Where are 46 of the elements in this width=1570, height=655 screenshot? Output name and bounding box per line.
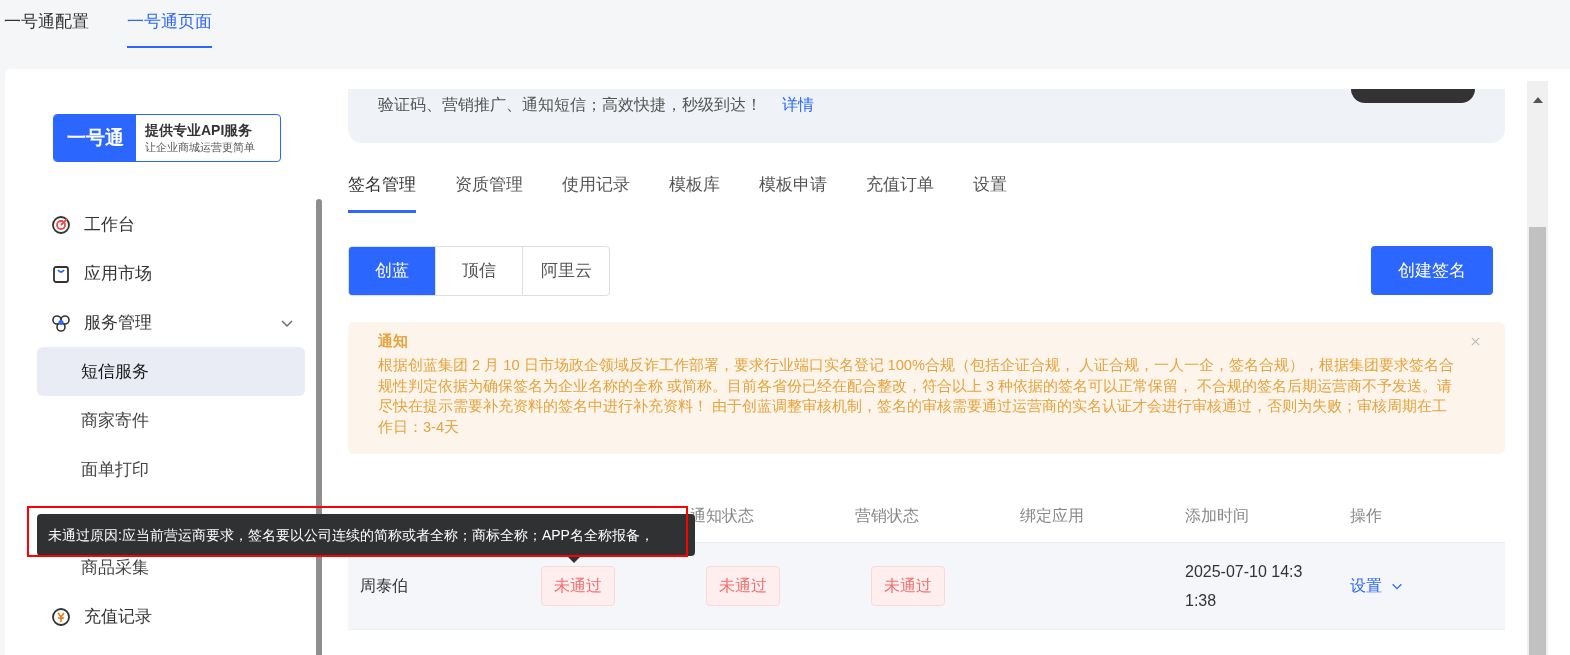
- provider-option[interactable]: 顶信: [435, 247, 522, 295]
- tooltip-arrow: [567, 556, 581, 563]
- tab[interactable]: 使用记录: [562, 173, 630, 213]
- tab[interactable]: 设置: [973, 173, 1007, 213]
- table-cell-text: 2025-07-10 14:31:38: [1185, 562, 1304, 611]
- buy-button[interactable]: [1351, 89, 1475, 103]
- sidebar-item[interactable]: 充值记录: [5, 592, 305, 641]
- cubes-icon: [51, 312, 71, 333]
- settings-dropdown[interactable]: 设置: [1350, 575, 1404, 597]
- logo-title: 提供专业API服务: [145, 121, 254, 140]
- tab[interactable]: 签名管理: [348, 173, 416, 213]
- sidebar-subitem[interactable]: 面单打印: [37, 445, 305, 494]
- sidebar-item[interactable]: 服务管理: [5, 298, 305, 347]
- details-link[interactable]: 详情: [782, 96, 814, 113]
- notice-text: 根据创蓝集团 2 月 10 日市场政企领域反诈工作部署，要求行业端口实名登记 100%合规（包括企证合规， 人证合规，一人一企，签名合规），根据集团要求签名合规性判定依据为确保签名为企业名称的全称 或简称。目前各省份已经在配合整改，符合以上 3 种依据的签名可以正常保留， 不合规的签名后期运营商不予发送。请尽快在提示需要补充资料的签名中进行补充资料！ 由于创蓝调整审核机制，签名的审核需要通过运营商的实名认证才会进行审核通过，否则为失败；审核周期在工作日：3-4天: [378, 356, 1455, 437]
- provider-option[interactable]: 创蓝: [349, 247, 435, 295]
- column-header: 营销状态: [855, 506, 919, 524]
- status-tag: 未通过: [541, 566, 615, 606]
- banner-text: 验证码、营销推广、通知短信；高效快捷，秒级到达！: [378, 96, 762, 113]
- table-cell: 周泰伯: [360, 576, 408, 594]
- column-header: 添加时间: [1185, 506, 1249, 524]
- status-tag: 未通过: [871, 566, 945, 606]
- target-icon: [51, 214, 71, 235]
- provider-option[interactable]: 阿里云: [522, 247, 609, 295]
- bag-icon: [51, 263, 71, 284]
- tab[interactable]: 模板申请: [759, 173, 827, 213]
- sidebar-subitem[interactable]: 商家寄件: [37, 396, 305, 445]
- sidebar-item[interactable]: 工作台: [5, 200, 305, 249]
- logo-mark: 一号通: [54, 115, 136, 161]
- column-header: 操作: [1350, 506, 1382, 524]
- sidebar-item[interactable]: 应用市场: [5, 249, 305, 298]
- column-header: 绑定应用: [1020, 506, 1084, 524]
- scrollbar[interactable]: [1527, 81, 1548, 655]
- tab[interactable]: 充值订单: [866, 173, 934, 213]
- page-tab[interactable]: 一号通页面: [127, 0, 212, 48]
- logo-subtitle: 让企业商城运营更简单: [145, 139, 255, 155]
- scroll-up-icon: [1532, 97, 1543, 103]
- create-signature-button[interactable]: 创建签名: [1371, 246, 1493, 295]
- status-tag: 未通过: [706, 566, 780, 606]
- tab[interactable]: 资质管理: [455, 173, 523, 213]
- page-tab[interactable]: 一号通配置: [4, 0, 89, 48]
- sidebar-subitem[interactable]: 短信服务: [37, 347, 305, 396]
- notice-title: 通知: [378, 332, 408, 351]
- tab[interactable]: 模板库: [669, 173, 720, 213]
- tooltip: 未通过原因:应当前营运商要求，签名要以公司连续的简称或者全称；商标全称；APP名全称报备，: [37, 514, 695, 556]
- coin-icon: [51, 606, 71, 627]
